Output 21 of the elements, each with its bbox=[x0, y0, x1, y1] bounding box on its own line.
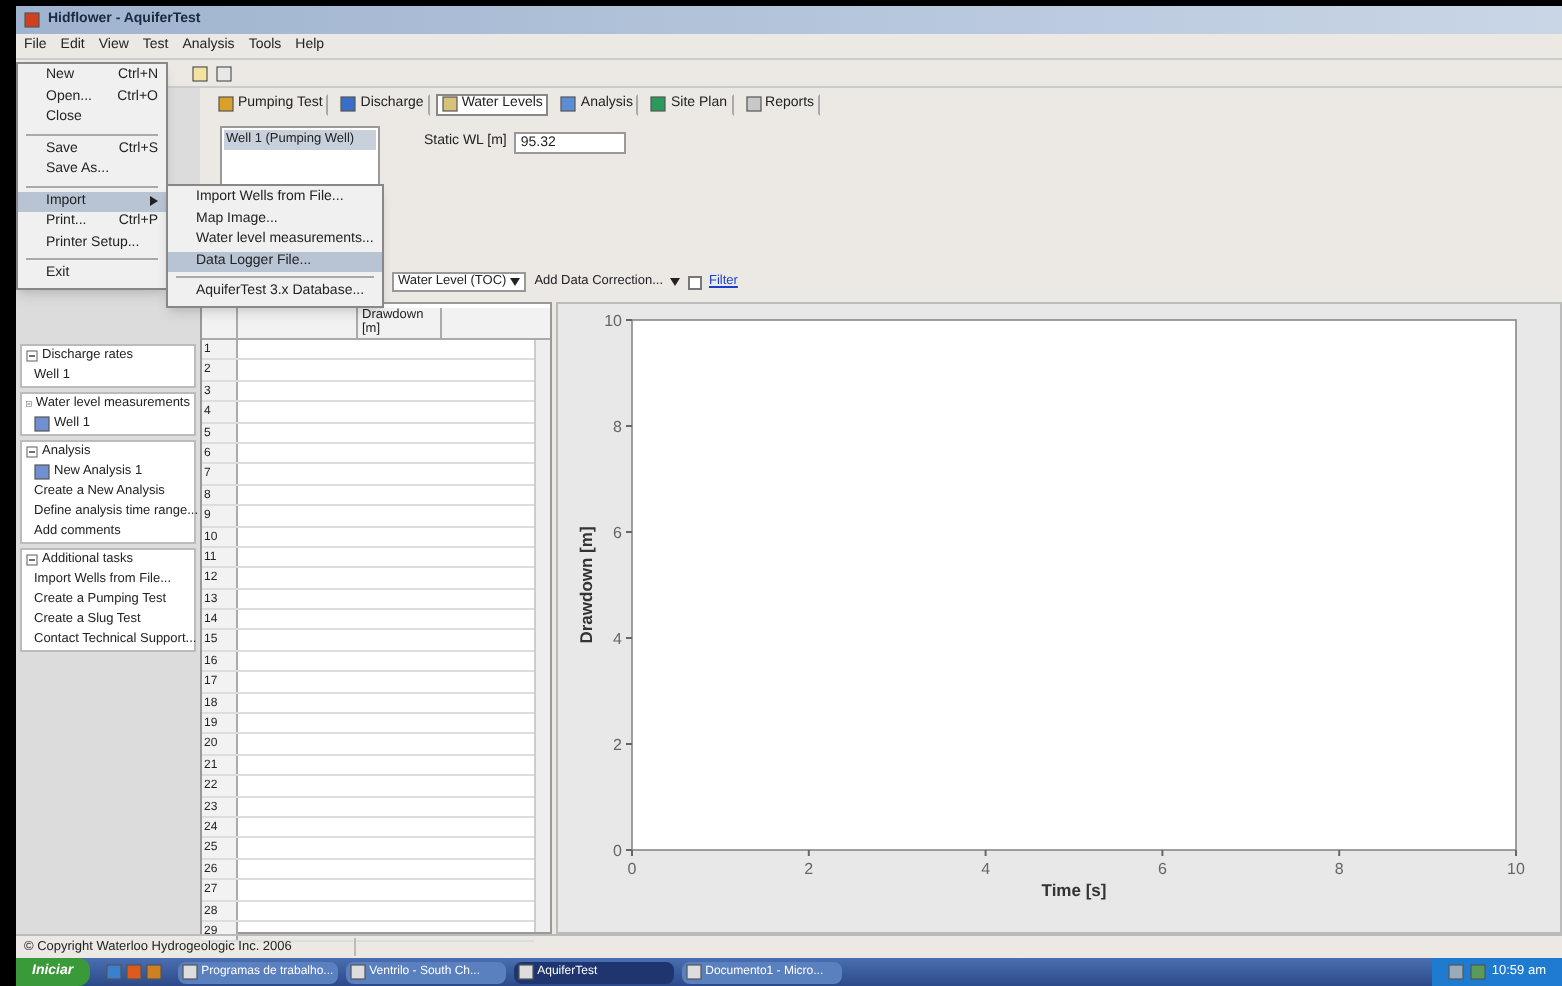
submenu-arrow-icon bbox=[150, 196, 158, 207]
y-tick-label: 4 bbox=[613, 630, 622, 648]
x-tick-label: 8 bbox=[1334, 860, 1344, 878]
collapse-icon[interactable] bbox=[26, 350, 38, 362]
x-tick-label: 2 bbox=[804, 860, 814, 878]
caret-icon bbox=[510, 278, 521, 286]
y-axis-label: Drawdown [m] bbox=[576, 526, 596, 644]
y-tick-label: 0 bbox=[613, 842, 622, 860]
y-tick-label: 6 bbox=[613, 524, 622, 542]
y-tick-label: 10 bbox=[604, 312, 622, 330]
y-tick-label: 8 bbox=[613, 418, 622, 436]
filter-checkbox[interactable] bbox=[687, 275, 701, 289]
x-tick-label: 10 bbox=[1507, 860, 1525, 878]
collapse-icon[interactable] bbox=[26, 446, 38, 458]
x-tick-label: 4 bbox=[981, 860, 991, 878]
collapse-icon[interactable] bbox=[26, 554, 38, 566]
x-axis-label: Time [s] bbox=[1041, 880, 1107, 900]
y-tick-label: 2 bbox=[613, 736, 622, 754]
x-tick-label: 6 bbox=[1157, 860, 1167, 878]
x-tick-label: 0 bbox=[627, 860, 637, 878]
caret-icon bbox=[669, 278, 679, 286]
